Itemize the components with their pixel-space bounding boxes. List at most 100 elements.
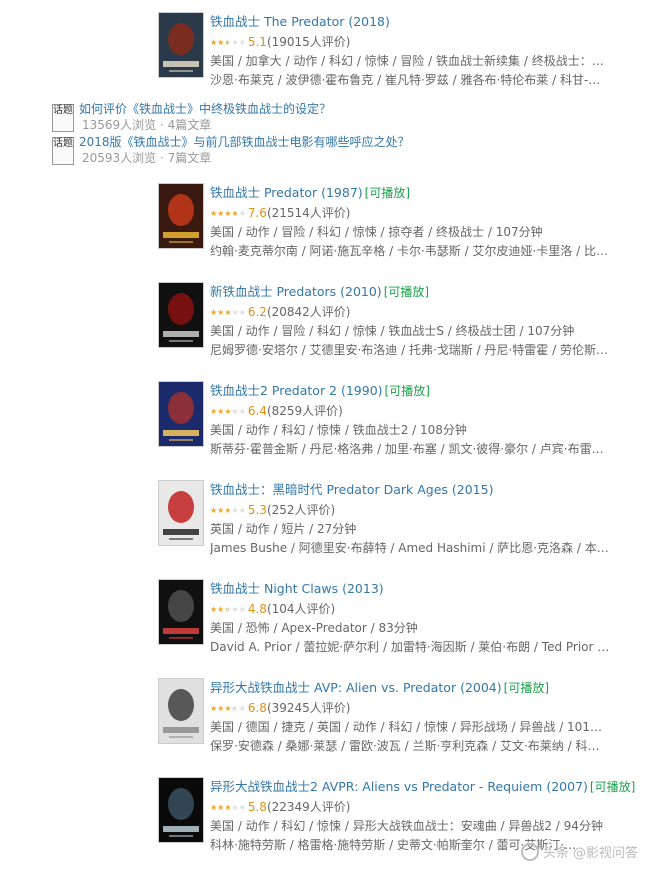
rating-score: 5.8 <box>247 800 267 814</box>
topic-badge: 话题 <box>52 104 74 132</box>
movie-title-link[interactable]: 铁血战士 Predator (1987) <box>210 185 363 200</box>
movie-title-link[interactable]: 铁血战士2 Predator 2 (1990) <box>210 383 383 398</box>
movie-poster[interactable] <box>158 282 204 348</box>
rating-score: 5.3 <box>247 503 267 517</box>
movie-info: 铁血战士2 Predator 2 (1990)[可播放]★★★★★★★★★★6.… <box>210 381 610 459</box>
rating-votes: (252人评价) <box>266 503 336 517</box>
rating-score: 4.8 <box>247 602 267 616</box>
topic-question[interactable]: 2018版《铁血战士》与前几部铁血战士电影有哪些呼应之处？ <box>79 134 410 150</box>
movie-title-row: 铁血战士：黑暗时代 Predator Dark Ages (2015) <box>210 480 610 500</box>
movie-info: 铁血战士：黑暗时代 Predator Dark Ages (2015) ★★★★★… <box>210 480 610 558</box>
star-rating-icon: ★★★★★★★★★★ <box>210 699 246 719</box>
movie-cast: David A. Prior / 蕾拉妮·萨尔利 / 加雷特·海因斯 / 莱伯·… <box>210 640 610 654</box>
star-fill: ★★★★★ <box>210 703 234 713</box>
movie-info: 异形大战铁血战士 AVP: Alien vs. Predator (2004)[… <box>210 678 610 756</box>
topic-2[interactable]: 话题 2018版《铁血战士》与前几部铁血战士电影有哪些呼应之处？ 20593人浏… <box>52 134 442 166</box>
movie-cast: 斯蒂芬·霍普金斯 / 丹尼·格洛弗 / 加里·布塞 / 凯文·彼得·豪尔 / 卢… <box>210 442 604 456</box>
star-fill: ★★★★★ <box>210 37 229 47</box>
rating-score: 6.8 <box>247 701 267 715</box>
topic-badge: 话题 <box>52 137 74 165</box>
movie-title-link[interactable]: 异形大战铁血战士 AVP: Alien vs. Predator (2004) <box>210 680 502 695</box>
poster-image-icon <box>159 13 203 77</box>
movie-poster[interactable] <box>158 678 204 744</box>
movie-poster[interactable] <box>158 381 204 447</box>
rating-score: 7.6 <box>247 206 267 220</box>
star-rating-icon: ★★★★★★★★★★ <box>210 798 246 818</box>
movie-tags: 美国 / 加拿大 / 动作 / 科幻 / 惊悚 / 冒险 / 铁血战士新续集 /… <box>210 54 610 68</box>
movie-tags: 美国 / 动作 / 冒险 / 科幻 / 惊悚 / 铁血战士S / 终极战士团 /… <box>210 324 575 338</box>
star-fill: ★★★★★ <box>210 208 238 218</box>
rating-votes: (39245人评价) <box>266 701 351 715</box>
movie-title-link[interactable]: 异形大战铁血战士2 AVPR: Aliens vs Predator - Req… <box>210 779 588 794</box>
topic-stats: 13569人浏览 · 4篇文章 <box>82 118 212 132</box>
movie-title-row: 铁血战士2 Predator 2 (1990) [可播放] <box>210 381 610 401</box>
movie-tags: 英国 / 动作 / 短片 / 27分钟 <box>210 522 357 536</box>
star-rating-icon: ★★★★★★★★★★ <box>210 501 246 521</box>
star-rating-icon: ★★★★★★★★★★ <box>210 204 246 224</box>
watermark-text: 头条 @影视问答 <box>542 846 638 861</box>
poster-image-icon <box>159 679 203 743</box>
rating-votes: (22349人评价) <box>266 800 351 814</box>
movie-info: 铁血战士 Predator (1987)[可播放]★★★★★★★★★★7.6(2… <box>210 183 610 261</box>
rating-row: ★★★★★★★★★★5.3(252人评价) <box>210 500 610 520</box>
movie-title-link[interactable]: 铁血战士 The Predator (2018) <box>210 14 390 29</box>
watermark-logo-icon <box>520 842 539 861</box>
movie-poster[interactable] <box>158 777 204 843</box>
movie-title-link[interactable]: 铁血战士 Night Claws (2013) <box>210 581 384 596</box>
rating-row: ★★★★★★★★★★6.4(8259人评价) <box>210 401 610 421</box>
playable-badge[interactable]: [可播放] <box>385 384 430 398</box>
topic-1[interactable]: 话题 如何评价《铁血战士》中终极铁血战士的设定？ 13569人浏览 · 4篇文章 <box>52 101 442 133</box>
movie-title-row: 异形大战铁血战士2 AVPR: Aliens vs Predator - Req… <box>210 777 635 797</box>
rating-row: ★★★★★★★★★★7.6(21514人评价) <box>210 203 610 223</box>
movie-info: 铁血战士 The Predator (2018) ★★★★★★★★★★5.1(19… <box>210 12 610 90</box>
movie-title-row: 新铁血战士 Predators (2010) [可播放] <box>210 282 610 302</box>
star-fill: ★★★★★ <box>210 307 232 317</box>
movie-title-link[interactable]: 铁血战士：黑暗时代 Predator Dark Ages (2015) <box>210 482 493 497</box>
movie-title-row: 铁血战士 Night Claws (2013) <box>210 579 610 599</box>
movie-poster[interactable] <box>158 480 204 546</box>
rating-score: 6.2 <box>247 305 267 319</box>
movie-title-row: 铁血战士 The Predator (2018) <box>210 12 610 32</box>
rating-score: 6.4 <box>247 404 267 418</box>
rating-score: 5.1 <box>247 35 267 49</box>
movie-poster[interactable] <box>158 183 204 249</box>
star-fill: ★★★★★ <box>210 406 233 416</box>
topic-question[interactable]: 如何评价《铁血战士》中终极铁血战士的设定？ <box>79 101 331 117</box>
movie-cast: 保罗·安德森 / 桑娜·莱瑟 / 雷欧·波瓦 / 兰斯·亨利克森 / 艾文·布莱… <box>210 739 610 753</box>
movie-tags: 美国 / 德国 / 捷克 / 英国 / 动作 / 科幻 / 惊悚 / 异形战场 … <box>210 720 610 734</box>
movie-cast: 沙恩·布莱克 / 波伊德·霍布鲁克 / 崔凡特·罗兹 / 雅各布·特伦布莱 / … <box>210 73 610 87</box>
rating-row: ★★★★★★★★★★4.8(104人评价) <box>210 599 610 619</box>
poster-image-icon <box>159 283 203 347</box>
movie-title-row: 异形大战铁血战士 AVP: Alien vs. Predator (2004)[… <box>210 678 610 698</box>
rating-votes: (21514人评价) <box>266 206 351 220</box>
rating-votes: (20842人评价) <box>266 305 351 319</box>
movie-tags: 美国 / 恐怖 / Apex-Predator / 83分钟 <box>210 621 418 635</box>
rating-row: ★★★★★★★★★★5.1(19015人评价) <box>210 32 610 52</box>
movie-cast: 约翰·麦克蒂尔南 / 阿诺·施瓦辛格 / 卡尔·韦瑟斯 / 艾尔皮迪娅·卡里洛 … <box>210 244 608 258</box>
movie-tags: 美国 / 动作 / 科幻 / 惊悚 / 异形大战铁血战士：安魂曲 / 异兽战2 … <box>210 819 603 833</box>
star-rating-icon: ★★★★★★★★★★ <box>210 303 246 323</box>
movie-cast: James Bushe / 阿德里安·布薛特 / Amed Hashimi / … <box>210 541 610 555</box>
movie-cast: 尼姆罗德·安塔尔 / 艾德里安·布洛迪 / 托弗·戈瑞斯 / 丹尼·特雷霍 / … <box>210 343 610 357</box>
poster-image-icon <box>159 382 203 446</box>
star-fill: ★★★★★ <box>210 802 231 812</box>
movie-poster[interactable] <box>158 12 204 78</box>
poster-image-icon <box>159 481 203 545</box>
playable-badge[interactable]: [可播放] <box>590 780 635 794</box>
playable-badge[interactable]: [可播放] <box>504 681 549 695</box>
playable-badge[interactable]: [可播放] <box>384 285 429 299</box>
star-fill: ★★★★★ <box>210 604 227 614</box>
rating-votes: (104人评价) <box>266 602 336 616</box>
rating-row: ★★★★★★★★★★5.8(22349人评价) <box>210 797 610 817</box>
movie-tags: 美国 / 动作 / 冒险 / 科幻 / 惊悚 / 掠夺者 / 终极战士 / 10… <box>210 225 543 239</box>
playable-badge[interactable]: [可播放] <box>365 186 410 200</box>
movie-title-link[interactable]: 新铁血战士 Predators (2010) <box>210 284 382 299</box>
rating-row: ★★★★★★★★★★6.2(20842人评价) <box>210 302 610 322</box>
star-rating-icon: ★★★★★★★★★★ <box>210 600 246 620</box>
rating-votes: (19015人评价) <box>266 35 351 49</box>
movie-title-row: 铁血战士 Predator (1987) [可播放] <box>210 183 610 203</box>
poster-image-icon <box>159 778 203 842</box>
topic-stats: 20593人浏览 · 7篇文章 <box>82 151 212 165</box>
rating-row: ★★★★★★★★★★6.8(39245人评价) <box>210 698 610 718</box>
movie-poster[interactable] <box>158 579 204 645</box>
